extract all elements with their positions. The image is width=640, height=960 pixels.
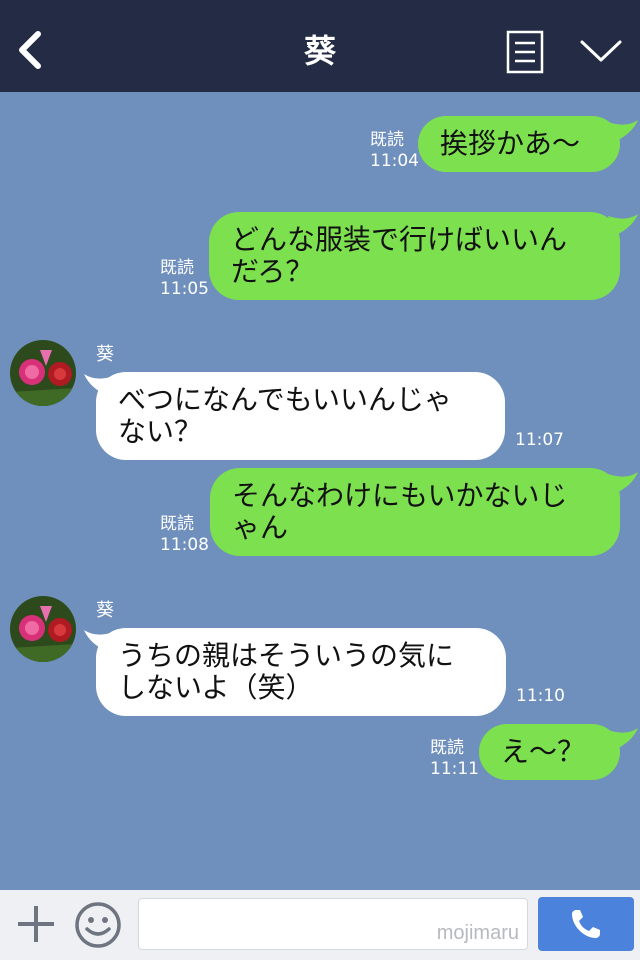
- message-text: そんなわけにもいかないじ: [232, 479, 568, 512]
- message-text: しないよ（笑）: [118, 671, 314, 704]
- message-row: 葵 べつになんでもいいんじゃ ない？ 11:07: [0, 336, 640, 466]
- message-bubble[interactable]: どんな服装で行けばいいん だろ？: [209, 212, 620, 300]
- message-time: 11:10: [516, 686, 565, 706]
- message-text: え～？: [501, 735, 586, 768]
- message-text: ない？: [118, 415, 203, 448]
- message-time: 11:05: [160, 279, 209, 299]
- message-time: 11:04: [370, 151, 419, 171]
- message-bubble[interactable]: 挨拶かあ～: [418, 116, 620, 172]
- read-receipt: 既読: [430, 738, 464, 758]
- message-meta: 既読 11:05: [160, 258, 209, 300]
- message-text: ゃん: [232, 511, 289, 544]
- menu-list-icon[interactable]: [506, 30, 544, 74]
- message-meta: 既読 11:11: [430, 738, 479, 780]
- message-row: 既読 11:11 え～？: [0, 720, 640, 790]
- message-time: 11:08: [160, 535, 209, 555]
- message-text: どんな服装で行けばいいん: [231, 223, 568, 256]
- read-receipt: 既読: [160, 258, 194, 278]
- avatar[interactable]: [10, 596, 76, 662]
- message-time: 11:11: [430, 759, 479, 779]
- message-text: 挨拶かあ～: [440, 127, 581, 160]
- phone-icon: [572, 910, 600, 938]
- message-row: 既読 11:05 どんな服装で行けばいいん だろ？: [0, 202, 640, 302]
- avatar[interactable]: [10, 340, 76, 406]
- message-bubble[interactable]: そんなわけにもいかないじ ゃん: [210, 468, 620, 556]
- message-time: 11:07: [515, 430, 564, 450]
- sender-name: 葵: [96, 600, 114, 621]
- chat-title: 葵: [303, 32, 336, 70]
- chevron-down-icon[interactable]: [578, 36, 624, 66]
- message-meta: 既読 11:08: [160, 514, 209, 556]
- bubble-tail: [608, 728, 638, 750]
- smiley-icon[interactable]: [74, 901, 122, 949]
- watermark: mojimaru: [436, 922, 519, 944]
- rose-avatar-icon: [10, 340, 76, 406]
- message-row: 既読 11:08 そんなわけにもいかないじ ゃん: [0, 466, 640, 566]
- message-bubble[interactable]: べつになんでもいいんじゃ ない？: [96, 372, 505, 460]
- bubble-tail: [608, 472, 638, 494]
- message-list[interactable]: 既読 11:04 挨拶かあ～ 既読 11:05 どんな服装で行けばいいん だろ？: [0, 92, 640, 890]
- message-input[interactable]: mojimaru: [138, 898, 528, 950]
- plus-icon[interactable]: [14, 902, 58, 946]
- chat-header: 葵: [0, 0, 640, 92]
- read-receipt: 既読: [160, 514, 194, 534]
- message-row: 既読 11:04 挨拶かあ～: [0, 92, 640, 182]
- message-text: べつになんでもいいんじゃ: [118, 383, 453, 416]
- call-button[interactable]: [538, 897, 634, 951]
- bubble-tail: [608, 214, 638, 236]
- message-text: だろ？: [231, 255, 314, 288]
- message-row: 葵 うちの親はそういうの気に しないよ（笑） 11:10: [0, 592, 640, 722]
- bubble-tail: [608, 120, 638, 142]
- read-receipt: 既読: [370, 130, 404, 150]
- message-text: うちの親はそういうの気に: [118, 639, 455, 672]
- message-meta: 既読 11:04: [370, 130, 419, 172]
- message-bubble[interactable]: え～？: [479, 724, 620, 780]
- sender-name: 葵: [96, 344, 114, 365]
- message-bubble[interactable]: うちの親はそういうの気に しないよ（笑）: [96, 628, 506, 716]
- rose-avatar-icon: [10, 596, 76, 662]
